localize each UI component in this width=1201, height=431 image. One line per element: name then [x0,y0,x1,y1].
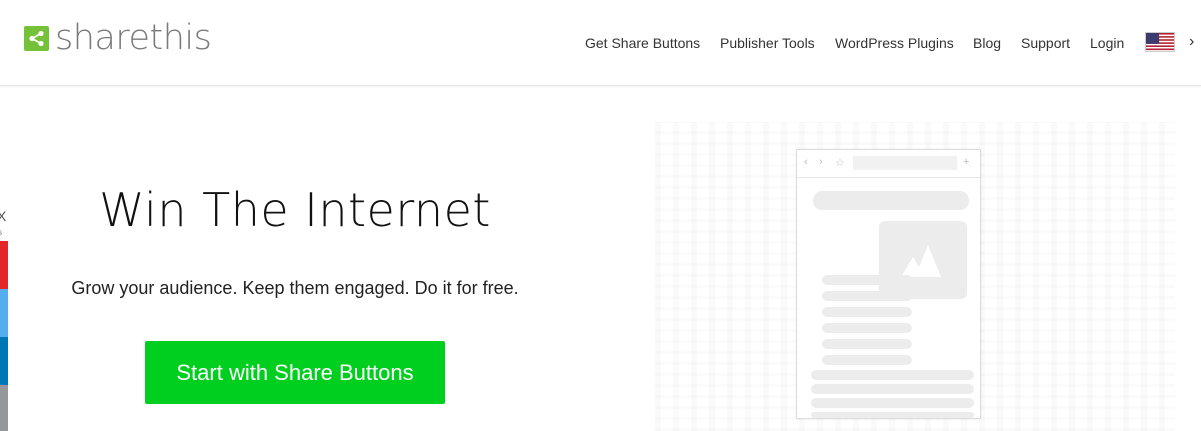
placeholder-line [822,275,912,285]
address-bar [853,156,957,170]
nav-wordpress-plugins[interactable]: WordPress Plugins [835,34,954,52]
placeholder-line [811,370,974,380]
back-icon: ‹ [804,156,808,168]
nav-support[interactable]: Support [1021,34,1070,52]
share-button-more[interactable] [0,385,8,431]
start-share-buttons-button[interactable]: Start with Share Buttons [145,341,445,404]
placeholder-line [811,398,974,408]
placeholder-line [822,291,912,301]
share-icon [24,25,49,51]
sharethis-logo[interactable]: sharethis [24,18,212,58]
site-header: sharethis Get Share Buttons Publisher To… [0,0,1201,86]
image-placeholder [879,221,967,299]
placeholder-line [822,323,912,333]
nav-get-share-buttons[interactable]: Get Share Buttons [585,34,700,52]
star-icon: ☆ [835,157,845,169]
plus-icon: + [963,156,970,168]
logo-text: sharethis [55,18,212,58]
chevron-right-icon[interactable]: › [1189,32,1194,52]
placeholder-line [811,384,974,394]
hero-subtitle: Grow your audience. Keep them engaged. D… [71,278,519,298]
share-button-linkedin[interactable] [0,337,8,385]
placeholder-heading [813,191,969,210]
nav-login[interactable]: Login [1090,34,1124,52]
hero-title: Win The Internet [99,183,491,237]
placeholder-line [822,355,912,365]
browser-toolbar: ‹ › ☆ + [797,150,980,178]
placeholder-line [822,339,912,349]
forward-icon: › [819,156,823,168]
placeholder-line [811,412,974,418]
nav-blog[interactable]: Blog [973,34,1001,52]
nav-publisher-tools[interactable]: Publisher Tools [720,34,815,52]
browser-illustration: ‹ › ☆ + [796,149,981,419]
us-flag-icon[interactable] [1145,32,1175,52]
placeholder-line [822,307,912,317]
